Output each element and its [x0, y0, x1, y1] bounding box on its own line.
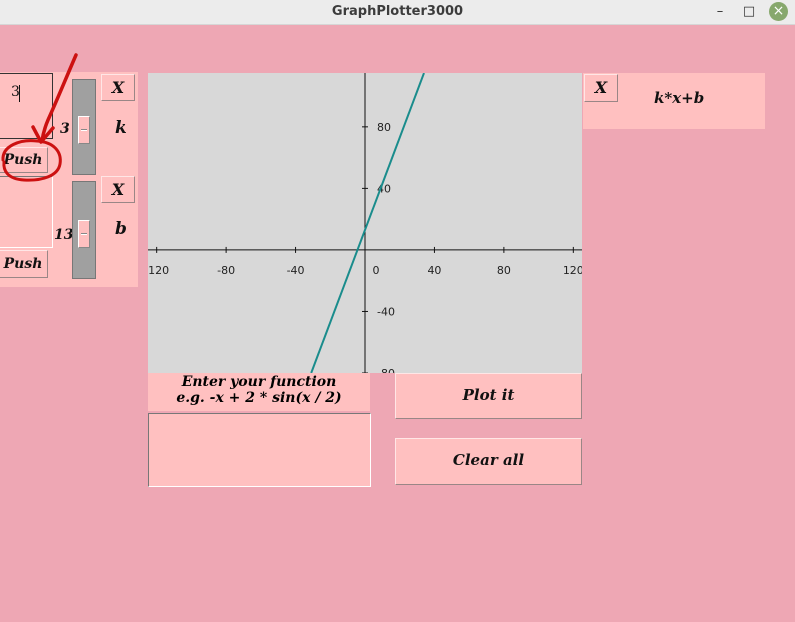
- param-b-value: 13: [54, 227, 74, 243]
- function-input[interactable]: [148, 413, 371, 487]
- remove-param-k-button[interactable]: X: [101, 74, 135, 101]
- param-b-slider-handle[interactable]: [78, 220, 90, 248]
- maximize-icon[interactable]: □: [740, 3, 758, 21]
- x-tick-label: -40: [287, 264, 305, 277]
- series-line: [310, 73, 425, 373]
- function-prompt-line1: Enter your function: [181, 374, 337, 390]
- function-prompt: Enter your function e.g. -x + 2 * sin(x …: [148, 373, 370, 411]
- function-expression: k*x+b: [654, 89, 705, 107]
- window-title: GraphPlotter3000: [331, 4, 464, 19]
- push-button-1[interactable]: Push: [0, 147, 48, 173]
- param-b-name: b: [115, 219, 127, 239]
- remove-function-button[interactable]: X: [584, 74, 618, 102]
- param-k-slider[interactable]: [72, 79, 96, 175]
- remove-param-b-button[interactable]: X: [101, 176, 135, 203]
- push-button-2[interactable]: Push: [0, 250, 48, 278]
- x-tick-label: 120: [563, 264, 582, 277]
- clear-all-button[interactable]: Clear all: [395, 438, 582, 485]
- secondary-entry[interactable]: [0, 176, 53, 248]
- x-tick-label: -80: [217, 264, 235, 277]
- remove-function-label: X: [594, 78, 608, 97]
- minimize-icon[interactable]: –: [711, 3, 729, 21]
- push-button-2-label: Push: [3, 256, 43, 272]
- y-tick-label: 80: [377, 121, 391, 134]
- remove-param-k-label: X: [111, 78, 125, 97]
- y-tick-label: -80: [377, 367, 395, 373]
- close-icon[interactable]: ×: [769, 2, 788, 21]
- param-k-value: 3: [60, 121, 70, 137]
- param-k-name: k: [115, 118, 127, 138]
- x-tick-label: 80: [497, 264, 511, 277]
- param-k-slider-handle[interactable]: [78, 116, 90, 144]
- plot-canvas[interactable]: -120-80-4004080120-80-404080: [148, 73, 582, 373]
- value-entry[interactable]: 3: [0, 73, 53, 139]
- plot-svg: -120-80-4004080120-80-404080: [148, 73, 582, 373]
- x-tick-label: 40: [427, 264, 441, 277]
- y-tick-label: -40: [377, 305, 395, 318]
- remove-param-b-label: X: [111, 180, 125, 199]
- plot-button[interactable]: Plot it: [395, 373, 582, 419]
- push-button-1-label: Push: [3, 152, 43, 168]
- title-bar: GraphPlotter3000 – □ ×: [0, 0, 795, 25]
- text-cursor: [19, 85, 20, 102]
- clear-all-button-label: Clear all: [452, 451, 525, 469]
- x-tick-label: -120: [148, 264, 169, 277]
- function-prompt-line2: e.g. -x + 2 * sin(x / 2): [176, 390, 342, 406]
- plot-button-label: Plot it: [462, 386, 515, 404]
- x-tick-label: 0: [373, 264, 380, 277]
- param-b-slider[interactable]: [72, 181, 96, 279]
